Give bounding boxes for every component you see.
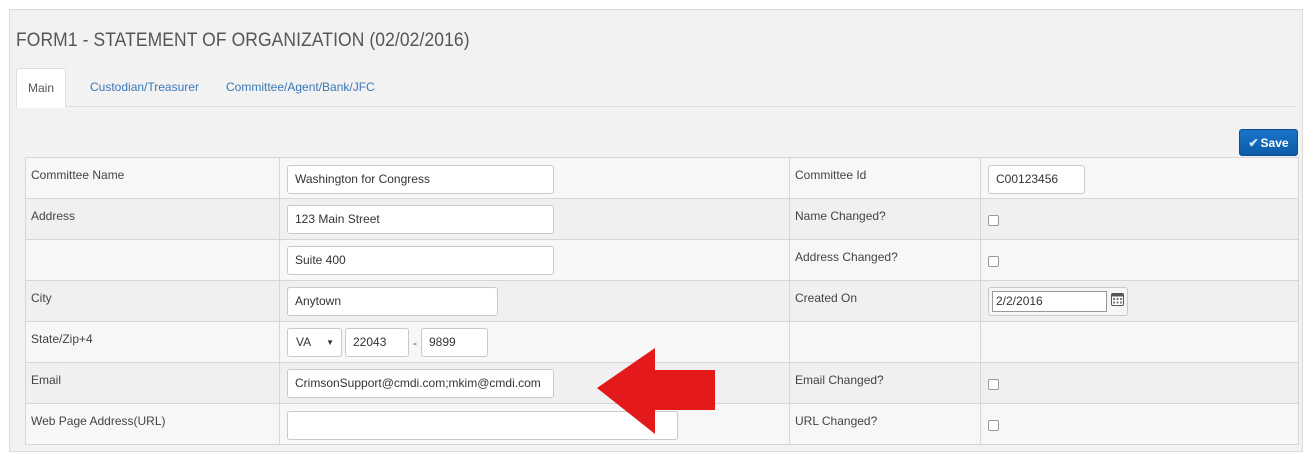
address-changed-cell — [980, 239, 1299, 281]
tab-main[interactable]: Main — [16, 68, 67, 108]
table-row: Address 123 Main Street Name Changed? — [25, 198, 1299, 240]
committee-id-input[interactable]: C00123456 — [988, 165, 1085, 194]
email-input[interactable]: CrimsonSupport@cmdi.com;mkim@cmdi.com — [287, 369, 554, 398]
tab-bar: Main Custodian/Treasurer Committee/Agent… — [16, 68, 1296, 108]
created-on-label: Created On — [789, 280, 981, 322]
email-changed-label: Email Changed? — [789, 362, 981, 404]
zip-input[interactable]: 22043 — [345, 328, 409, 357]
url-label: Web Page Address(URL) — [25, 403, 280, 445]
city-input[interactable]: Anytown — [287, 287, 498, 316]
address-changed-checkbox[interactable] — [988, 256, 999, 267]
table-row: City Anytown Created On 2/2/2016 — [25, 280, 1299, 322]
tab-custodian-treasurer[interactable]: Custodian/Treasurer — [90, 68, 199, 107]
name-changed-checkbox[interactable] — [988, 215, 999, 226]
address-changed-label: Address Changed? — [789, 239, 981, 281]
city-cell: Anytown — [279, 280, 790, 322]
name-changed-cell — [980, 198, 1299, 240]
city-label: City — [25, 280, 280, 322]
address-line2-label-cell — [25, 239, 280, 281]
zip-separator: - — [413, 336, 417, 350]
empty-label-cell — [789, 321, 981, 363]
email-label: Email — [25, 362, 280, 404]
empty-value-cell — [980, 321, 1299, 363]
zip4-input[interactable]: 9899 — [421, 328, 488, 357]
tab-committee-agent-bank-jfc[interactable]: Committee/Agent/Bank/JFC — [226, 68, 375, 107]
address-line1-input[interactable]: 123 Main Street — [287, 205, 554, 234]
committee-name-cell: Washington for Congress — [279, 157, 790, 199]
checkmark-icon: ✔ — [1248, 135, 1259, 150]
page-title: FORM1 - STATEMENT OF ORGANIZATION (02/02… — [16, 30, 470, 51]
email-changed-checkbox[interactable] — [988, 379, 999, 390]
committee-name-input[interactable]: Washington for Congress — [287, 165, 554, 194]
chevron-down-icon: ▼ — [326, 338, 334, 347]
address-line1-cell: 123 Main Street — [279, 198, 790, 240]
created-on-input[interactable]: 2/2/2016 — [992, 291, 1107, 312]
calendar-icon[interactable] — [1111, 292, 1124, 306]
address-line2-cell: Suite 400 — [279, 239, 790, 281]
url-changed-checkbox[interactable] — [988, 420, 999, 431]
name-changed-label: Name Changed? — [789, 198, 981, 240]
arrow-shape — [597, 348, 715, 434]
committee-name-label: Committee Name — [25, 157, 280, 199]
red-arrow-icon — [597, 348, 715, 434]
table-row: Committee Name Washington for Congress C… — [25, 157, 1299, 199]
created-on-cell: 2/2/2016 — [980, 280, 1299, 322]
save-button-label: Save — [1260, 135, 1289, 150]
url-changed-label: URL Changed? — [789, 403, 981, 445]
state-zip-label: State/Zip+4 — [25, 321, 280, 363]
save-button[interactable]: ✔ Save — [1239, 129, 1298, 156]
url-changed-cell — [980, 403, 1299, 445]
address-label: Address — [25, 198, 280, 240]
created-on-date-picker: 2/2/2016 — [988, 287, 1128, 316]
state-select[interactable]: VA ▼ — [287, 328, 342, 357]
state-select-value: VA — [296, 335, 312, 349]
email-changed-cell — [980, 362, 1299, 404]
committee-id-label: Committee Id — [789, 157, 981, 199]
table-row: Suite 400 Address Changed? — [25, 239, 1299, 281]
address-line2-input[interactable]: Suite 400 — [287, 246, 554, 275]
committee-id-cell: C00123456 — [980, 157, 1299, 199]
